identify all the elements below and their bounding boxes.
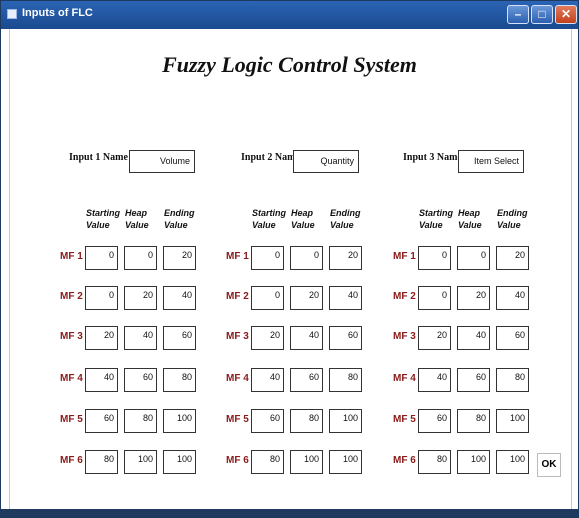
group-3-mf-5-starting-field[interactable]: 60 bbox=[418, 409, 451, 433]
group-1-mf-label: MF 4 bbox=[60, 373, 83, 384]
input-3-name-field[interactable]: Item Select bbox=[458, 150, 524, 173]
group-1-mf-6-starting-field[interactable]: 80 bbox=[85, 450, 118, 474]
group-3-ending-value-header: Ending Value bbox=[497, 208, 528, 230]
group-3-mf-1-starting-field[interactable]: 0 bbox=[418, 246, 451, 270]
group-2-mf-6-ending-field[interactable]: 100 bbox=[329, 450, 362, 474]
group-1-mf-6-ending-field[interactable]: 100 bbox=[163, 450, 196, 474]
group-2-mf-4-heap-field[interactable]: 60 bbox=[290, 368, 323, 392]
group-2-mf-2-heap-field[interactable]: 20 bbox=[290, 286, 323, 310]
group-1-mf-1-heap-field[interactable]: 0 bbox=[124, 246, 157, 270]
group-1-heap-value-header: Heap Value bbox=[125, 208, 149, 230]
group-3-mf-label: MF 2 bbox=[393, 291, 416, 302]
group-3-mf-label: MF 5 bbox=[393, 414, 416, 425]
group-3-mf-1-ending-field[interactable]: 20 bbox=[496, 246, 529, 270]
page-heading: Fuzzy Logic Control System bbox=[162, 52, 417, 77]
group-2-mf-3-ending-field[interactable]: 60 bbox=[329, 326, 362, 350]
group-1-mf-2-heap-field[interactable]: 20 bbox=[124, 286, 157, 310]
group-1-mf-3-heap-field[interactable]: 40 bbox=[124, 326, 157, 350]
group-2-mf-label: MF 5 bbox=[226, 414, 249, 425]
group-2-mf-2-starting-field[interactable]: 0 bbox=[251, 286, 284, 310]
group-1-starting-value-header: Starting Value bbox=[86, 208, 121, 230]
group-1-mf-6-heap-field[interactable]: 100 bbox=[124, 450, 157, 474]
group-3-mf-4-starting-field[interactable]: 40 bbox=[418, 368, 451, 392]
input-2-name-label: Input 2 Name bbox=[241, 152, 300, 163]
group-1-mf-label: MF 1 bbox=[60, 251, 83, 262]
group-1-mf-5-heap-field[interactable]: 80 bbox=[124, 409, 157, 433]
group-2-mf-4-starting-field[interactable]: 40 bbox=[251, 368, 284, 392]
group-2-mf-label: MF 1 bbox=[226, 251, 249, 262]
group-1-mf-1-ending-field[interactable]: 20 bbox=[163, 246, 196, 270]
group-3-heap-value-header: Heap Value bbox=[458, 208, 482, 230]
input-3-name-label: Input 3 Name bbox=[403, 152, 462, 163]
group-2-mf-6-starting-field[interactable]: 80 bbox=[251, 450, 284, 474]
group-2-mf-2-ending-field[interactable]: 40 bbox=[329, 286, 362, 310]
group-3-mf-label: MF 4 bbox=[393, 373, 416, 384]
maximize-button[interactable]: □ bbox=[531, 5, 553, 24]
group-3-mf-3-heap-field[interactable]: 40 bbox=[457, 326, 490, 350]
close-button[interactable]: ✕ bbox=[555, 5, 577, 24]
group-1-mf-3-starting-field[interactable]: 20 bbox=[85, 326, 118, 350]
group-3-mf-2-ending-field[interactable]: 40 bbox=[496, 286, 529, 310]
group-1-ending-value-header: Ending Value bbox=[164, 208, 195, 230]
group-3-mf-label: MF 1 bbox=[393, 251, 416, 262]
group-3-mf-1-heap-field[interactable]: 0 bbox=[457, 246, 490, 270]
group-2-mf-label: MF 4 bbox=[226, 373, 249, 384]
group-3-mf-6-ending-field[interactable]: 100 bbox=[496, 450, 529, 474]
group-1-mf-label: MF 5 bbox=[60, 414, 83, 425]
group-2-mf-3-heap-field[interactable]: 40 bbox=[290, 326, 323, 350]
group-2-starting-value-header: Starting Value bbox=[252, 208, 287, 230]
group-2-heap-value-header: Heap Value bbox=[291, 208, 315, 230]
group-3-mf-2-heap-field[interactable]: 20 bbox=[457, 286, 490, 310]
group-3-mf-6-heap-field[interactable]: 100 bbox=[457, 450, 490, 474]
group-3-starting-value-header: Starting Value bbox=[419, 208, 454, 230]
minimize-button[interactable]: – bbox=[507, 5, 529, 24]
group-1-mf-4-heap-field[interactable]: 60 bbox=[124, 368, 157, 392]
group-1-mf-2-starting-field[interactable]: 0 bbox=[85, 286, 118, 310]
group-2-mf-label: MF 6 bbox=[226, 455, 249, 466]
window-title: Inputs of FLC bbox=[22, 7, 93, 19]
title-bar: Inputs of FLC – □ ✕ bbox=[1, 1, 578, 29]
group-1-mf-4-starting-field[interactable]: 40 bbox=[85, 368, 118, 392]
group-1-mf-label: MF 3 bbox=[60, 331, 83, 342]
window-icon bbox=[7, 9, 17, 19]
group-1-mf-2-ending-field[interactable]: 40 bbox=[163, 286, 196, 310]
group-2-mf-5-heap-field[interactable]: 80 bbox=[290, 409, 323, 433]
group-2-mf-3-starting-field[interactable]: 20 bbox=[251, 326, 284, 350]
group-3-mf-label: MF 6 bbox=[393, 455, 416, 466]
group-3-mf-4-heap-field[interactable]: 60 bbox=[457, 368, 490, 392]
group-3-mf-3-ending-field[interactable]: 60 bbox=[496, 326, 529, 350]
group-2-mf-label: MF 3 bbox=[226, 331, 249, 342]
input-1-name-field[interactable]: Volume bbox=[129, 150, 195, 173]
group-3-mf-3-starting-field[interactable]: 20 bbox=[418, 326, 451, 350]
group-2-mf-1-heap-field[interactable]: 0 bbox=[290, 246, 323, 270]
group-3-mf-label: MF 3 bbox=[393, 331, 416, 342]
group-1-mf-3-ending-field[interactable]: 60 bbox=[163, 326, 196, 350]
group-2-mf-5-ending-field[interactable]: 100 bbox=[329, 409, 362, 433]
group-3-mf-4-ending-field[interactable]: 80 bbox=[496, 368, 529, 392]
group-2-mf-5-starting-field[interactable]: 60 bbox=[251, 409, 284, 433]
input-2-name-field[interactable]: Quantity bbox=[293, 150, 359, 173]
group-2-mf-label: MF 2 bbox=[226, 291, 249, 302]
group-1-mf-5-starting-field[interactable]: 60 bbox=[85, 409, 118, 433]
group-2-ending-value-header: Ending Value bbox=[330, 208, 361, 230]
group-2-mf-1-ending-field[interactable]: 20 bbox=[329, 246, 362, 270]
group-2-mf-6-heap-field[interactable]: 100 bbox=[290, 450, 323, 474]
window-bottom-edge bbox=[1, 509, 578, 518]
group-2-mf-4-ending-field[interactable]: 80 bbox=[329, 368, 362, 392]
group-2-mf-1-starting-field[interactable]: 0 bbox=[251, 246, 284, 270]
group-3-mf-6-starting-field[interactable]: 80 bbox=[418, 450, 451, 474]
group-1-mf-label: MF 2 bbox=[60, 291, 83, 302]
group-3-mf-2-starting-field[interactable]: 0 bbox=[418, 286, 451, 310]
group-1-mf-label: MF 6 bbox=[60, 455, 83, 466]
group-3-mf-5-heap-field[interactable]: 80 bbox=[457, 409, 490, 433]
group-1-mf-5-ending-field[interactable]: 100 bbox=[163, 409, 196, 433]
group-1-mf-1-starting-field[interactable]: 0 bbox=[85, 246, 118, 270]
ok-button[interactable]: OK bbox=[537, 453, 561, 477]
input-1-name-label: Input 1 Name bbox=[69, 152, 128, 163]
group-1-mf-4-ending-field[interactable]: 80 bbox=[163, 368, 196, 392]
group-3-mf-5-ending-field[interactable]: 100 bbox=[496, 409, 529, 433]
